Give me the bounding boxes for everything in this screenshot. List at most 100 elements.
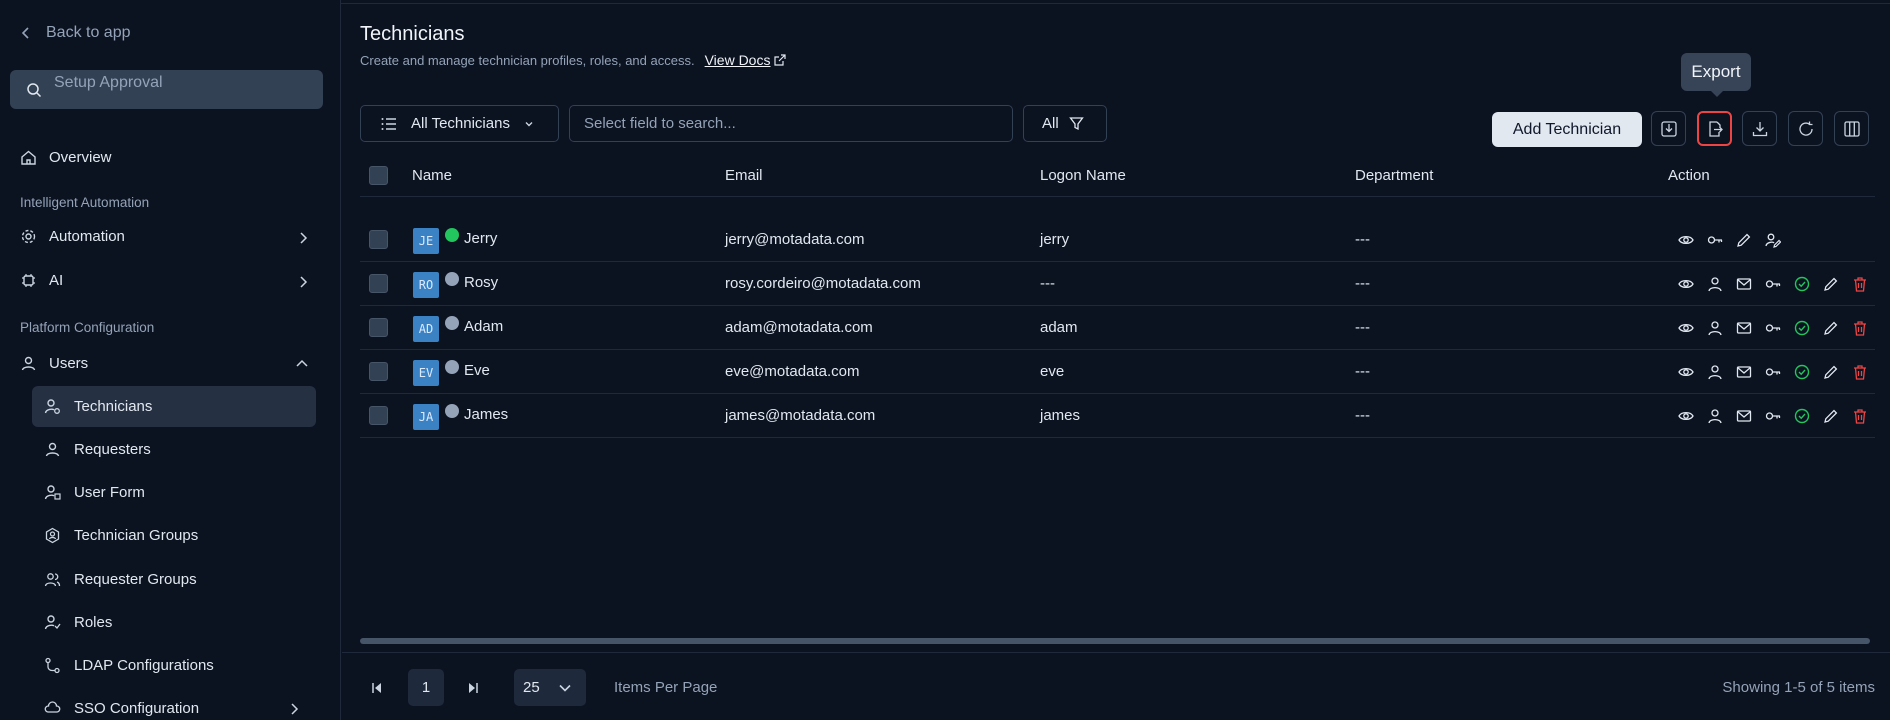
sidebar-item-user-form[interactable]: User Form bbox=[44, 484, 145, 501]
key-button[interactable] bbox=[1758, 363, 1787, 381]
nav-overview[interactable]: Overview bbox=[20, 149, 112, 166]
mail-button[interactable] bbox=[1729, 275, 1758, 293]
nav-users[interactable]: Users bbox=[20, 355, 88, 372]
key-button[interactable] bbox=[1758, 275, 1787, 293]
mail-button[interactable] bbox=[1729, 319, 1758, 337]
view-button[interactable] bbox=[1671, 407, 1700, 425]
columns-icon bbox=[1843, 120, 1860, 137]
columns-button[interactable] bbox=[1834, 111, 1869, 146]
mail-button[interactable] bbox=[1729, 363, 1758, 381]
avatar-initials: EV bbox=[418, 366, 434, 380]
edit-button[interactable] bbox=[1816, 407, 1845, 425]
user-check-icon bbox=[44, 615, 61, 630]
view-icon bbox=[1677, 279, 1694, 289]
row-checkbox[interactable] bbox=[369, 274, 388, 293]
sidebar-search-input[interactable] bbox=[54, 72, 314, 94]
delete-button[interactable] bbox=[1845, 407, 1874, 425]
status-filter-button[interactable]: All bbox=[1023, 105, 1107, 142]
add-technician-button[interactable]: Add Technician bbox=[1492, 112, 1642, 147]
user-edit-button[interactable] bbox=[1758, 231, 1787, 249]
user-button[interactable] bbox=[1700, 319, 1729, 337]
column-header-name[interactable]: Name bbox=[412, 167, 452, 184]
delete-icon bbox=[1853, 365, 1866, 380]
user-button[interactable] bbox=[1700, 275, 1729, 293]
sidebar-item-sso-configuration[interactable]: SSO Configuration bbox=[44, 700, 199, 717]
technician-name[interactable]: Jerry bbox=[464, 230, 497, 247]
edit-button[interactable] bbox=[1729, 231, 1758, 249]
view-button[interactable] bbox=[1671, 275, 1700, 293]
horizontal-scrollbar[interactable] bbox=[360, 638, 1870, 644]
view-button[interactable] bbox=[1671, 231, 1700, 249]
key-button[interactable] bbox=[1700, 231, 1729, 249]
sidebar-item-technician-groups[interactable]: Technician Groups bbox=[44, 527, 198, 544]
user-button[interactable] bbox=[1700, 363, 1729, 381]
column-header-department[interactable]: Department bbox=[1355, 167, 1433, 184]
view-filter-dropdown[interactable]: All Technicians bbox=[360, 105, 559, 142]
user-button[interactable] bbox=[1700, 407, 1729, 425]
chevron-up-icon[interactable] bbox=[296, 358, 308, 370]
refresh-button[interactable] bbox=[1788, 111, 1823, 146]
last-page-button[interactable] bbox=[455, 670, 491, 706]
delete-button[interactable] bbox=[1845, 363, 1874, 381]
key-button[interactable] bbox=[1758, 319, 1787, 337]
technician-name[interactable]: Adam bbox=[464, 318, 503, 335]
delete-button[interactable] bbox=[1845, 319, 1874, 337]
user-icon bbox=[1707, 365, 1722, 380]
nav-ai[interactable]: AI bbox=[20, 272, 63, 289]
key-button[interactable] bbox=[1758, 407, 1787, 425]
user-icon bbox=[1707, 321, 1722, 336]
row-checkbox[interactable] bbox=[369, 406, 388, 425]
row-checkbox[interactable] bbox=[369, 318, 388, 337]
technician-name[interactable]: Eve bbox=[464, 362, 490, 379]
select-all-checkbox[interactable] bbox=[369, 166, 388, 185]
page-number-button[interactable]: 1 bbox=[408, 669, 444, 706]
first-page-button[interactable] bbox=[359, 670, 395, 706]
sidebar-item-technicians[interactable]: Technicians bbox=[44, 398, 152, 415]
sidebar-item-requesters[interactable]: Requesters bbox=[44, 441, 151, 458]
section-platform-configuration: Platform Configuration bbox=[20, 320, 155, 335]
nav-automation[interactable]: Automation bbox=[20, 228, 125, 245]
items-per-page-label: Items Per Page bbox=[614, 679, 718, 696]
technician-name[interactable]: Rosy bbox=[464, 274, 498, 291]
filter-icon bbox=[1068, 117, 1084, 131]
export-button[interactable] bbox=[1697, 111, 1732, 146]
technician-name[interactable]: James bbox=[464, 406, 508, 423]
activate-button[interactable] bbox=[1787, 407, 1816, 425]
chevron-right-icon[interactable] bbox=[297, 232, 309, 244]
edit-button[interactable] bbox=[1816, 275, 1845, 293]
activate-button[interactable] bbox=[1787, 319, 1816, 337]
sidebar-item-ldap-configurations[interactable]: LDAP Configurations bbox=[44, 657, 214, 674]
avatar: RO bbox=[413, 272, 439, 298]
chevron-right-icon[interactable] bbox=[297, 276, 309, 288]
search-field-input[interactable]: Select field to search... bbox=[569, 105, 1013, 142]
sidebar-item-requester-groups[interactable]: Requester Groups bbox=[44, 571, 197, 588]
avatar-initials: RO bbox=[418, 278, 434, 292]
column-header-email[interactable]: Email bbox=[725, 167, 763, 184]
view-button[interactable] bbox=[1671, 363, 1700, 381]
download-button[interactable] bbox=[1742, 111, 1777, 146]
back-to-app-link[interactable]: Back to app bbox=[20, 24, 131, 42]
import-button[interactable] bbox=[1651, 111, 1686, 146]
row-checkbox[interactable] bbox=[369, 362, 388, 381]
edit-button[interactable] bbox=[1816, 363, 1845, 381]
row-checkbox[interactable] bbox=[369, 230, 388, 249]
sidebar-item-roles[interactable]: Roles bbox=[44, 614, 112, 631]
technician-email: eve@motadata.com bbox=[725, 363, 860, 380]
user-edit-icon bbox=[1764, 233, 1781, 248]
table-row: AD Adam adam@motadata.com adam --- bbox=[360, 306, 1875, 350]
sidebar-search[interactable] bbox=[10, 70, 323, 109]
per-page-select[interactable]: 25 bbox=[514, 669, 586, 706]
section-intelligent-automation: Intelligent Automation bbox=[20, 195, 150, 210]
chevron-right-icon[interactable] bbox=[288, 703, 300, 715]
activate-button[interactable] bbox=[1787, 275, 1816, 293]
delete-button[interactable] bbox=[1845, 275, 1874, 293]
view-button[interactable] bbox=[1671, 319, 1700, 337]
chevron-left-icon bbox=[21, 27, 29, 39]
edit-button[interactable] bbox=[1816, 319, 1845, 337]
status-filter-label: All bbox=[1042, 115, 1059, 132]
mail-button[interactable] bbox=[1729, 407, 1758, 425]
view-docs-link[interactable]: View Docs bbox=[705, 52, 787, 68]
activate-button[interactable] bbox=[1787, 363, 1816, 381]
chevron-down-icon bbox=[525, 121, 533, 126]
column-header-logon-name[interactable]: Logon Name bbox=[1040, 167, 1126, 184]
